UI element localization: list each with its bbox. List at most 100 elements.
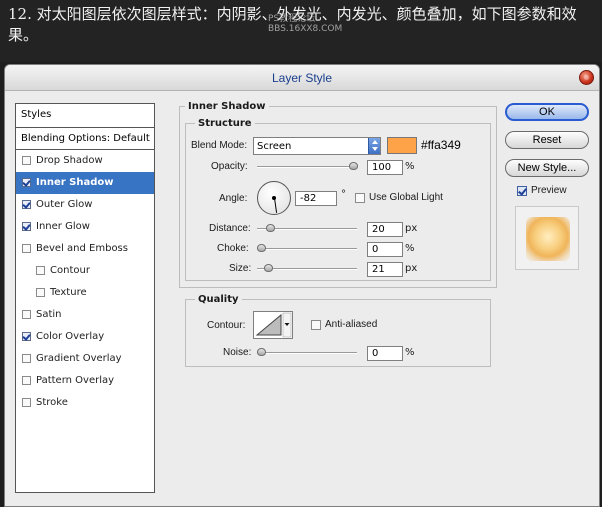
contour-picker[interactable] xyxy=(253,311,293,339)
close-icon[interactable] xyxy=(579,70,594,85)
style-item-label: Contour xyxy=(50,265,90,276)
style-item-checkbox[interactable] xyxy=(22,200,31,209)
layer-style-dialog: Layer Style Styles Blending Options: Def… xyxy=(4,64,600,507)
style-items-container: Drop Shadow Inner Shadow Outer Glow Inner G… xyxy=(16,150,154,414)
style-item-label: Texture xyxy=(50,287,87,298)
preview-label: Preview xyxy=(531,185,567,196)
color-swatch[interactable] xyxy=(387,137,417,154)
style-item-checkbox[interactable] xyxy=(36,266,45,275)
style-item-checkbox[interactable] xyxy=(22,244,31,253)
distance-slider[interactable] xyxy=(257,224,357,234)
angle-input[interactable]: -82 xyxy=(295,191,337,206)
styles-header[interactable]: Styles xyxy=(16,104,154,128)
style-item[interactable]: Stroke xyxy=(16,392,154,414)
style-item[interactable]: Pattern Overlay xyxy=(16,370,154,392)
use-global-light-label: Use Global Light xyxy=(369,192,443,203)
style-item-label: Gradient Overlay xyxy=(36,353,122,364)
reset-button[interactable]: Reset xyxy=(505,131,589,149)
size-slider-thumb[interactable] xyxy=(264,264,274,272)
watermark: PS教程论坛 BBS.16XX8.COM xyxy=(268,14,342,34)
blend-mode-value: Screen xyxy=(257,141,292,152)
style-item-label: Satin xyxy=(36,309,62,320)
distance-label: Distance: xyxy=(209,223,251,234)
angle-unit: ° xyxy=(341,189,346,200)
distance-input[interactable]: 20 xyxy=(367,222,403,237)
opacity-label: Opacity: xyxy=(211,161,248,172)
style-preview-thumbnail xyxy=(515,206,579,270)
style-item[interactable]: Inner Shadow xyxy=(16,172,154,194)
style-item-label: Pattern Overlay xyxy=(36,375,115,386)
size-unit: px xyxy=(405,263,418,274)
structure-title: Structure xyxy=(195,118,255,129)
noise-label: Noise: xyxy=(223,347,252,358)
ok-button[interactable]: OK xyxy=(505,103,589,121)
choke-unit: % xyxy=(405,243,415,254)
angle-dial[interactable] xyxy=(257,181,291,215)
opacity-slider[interactable] xyxy=(257,162,358,172)
opacity-input[interactable]: 100 xyxy=(367,160,403,175)
size-input[interactable]: 21 xyxy=(367,262,403,277)
style-item[interactable]: Texture xyxy=(16,282,154,304)
choke-slider-thumb[interactable] xyxy=(257,244,266,252)
style-item-label: Color Overlay xyxy=(36,331,105,342)
styles-list: Styles Blending Options: Default Drop Sh… xyxy=(15,103,155,493)
style-item[interactable]: Bevel and Emboss xyxy=(16,238,154,260)
color-hex-label: #ffa349 xyxy=(421,138,461,152)
watermark-line-1: PS教程论坛 xyxy=(268,14,316,24)
preview-checkbox[interactable] xyxy=(517,186,527,196)
style-item-label: Stroke xyxy=(36,397,68,408)
angle-label: Angle: xyxy=(219,193,248,204)
size-label: Size: xyxy=(229,263,252,274)
style-item[interactable]: Satin xyxy=(16,304,154,326)
style-item-checkbox[interactable] xyxy=(36,288,45,297)
choke-input[interactable]: 0 xyxy=(367,242,403,257)
style-item-checkbox[interactable] xyxy=(22,376,31,385)
blend-mode-select[interactable]: Screen xyxy=(253,137,381,155)
opacity-unit: % xyxy=(405,161,415,172)
style-item-checkbox[interactable] xyxy=(22,178,31,187)
style-item[interactable]: Inner Glow xyxy=(16,216,154,238)
style-item-checkbox[interactable] xyxy=(22,222,31,231)
watermark-line-2: BBS.16XX8.COM xyxy=(268,24,343,34)
style-item[interactable]: Contour xyxy=(16,260,154,282)
distance-slider-thumb[interactable] xyxy=(266,224,276,232)
contour-preview-icon xyxy=(255,312,292,338)
anti-aliased-checkbox[interactable] xyxy=(311,320,321,330)
noise-slider-thumb[interactable] xyxy=(257,348,266,356)
inner-shadow-title: Inner Shadow xyxy=(185,101,269,112)
style-item-label: Outer Glow xyxy=(36,199,93,210)
style-item[interactable]: Gradient Overlay xyxy=(16,348,154,370)
style-item-label: Inner Glow xyxy=(36,221,90,232)
angle-hub xyxy=(272,196,276,200)
style-item-label: Inner Shadow xyxy=(36,177,114,188)
style-item[interactable]: Outer Glow xyxy=(16,194,154,216)
style-item-checkbox[interactable] xyxy=(22,398,31,407)
noise-unit: % xyxy=(405,347,415,358)
noise-slider[interactable] xyxy=(257,348,357,358)
choke-label: Choke: xyxy=(217,243,249,254)
contour-label: Contour: xyxy=(207,320,246,331)
blending-options-item[interactable]: Blending Options: Default xyxy=(16,128,154,150)
style-item[interactable]: Color Overlay xyxy=(16,326,154,348)
title-bar[interactable]: Layer Style xyxy=(5,65,599,91)
new-style-button[interactable]: New Style... xyxy=(505,159,589,177)
style-item-label: Drop Shadow xyxy=(36,155,103,166)
use-global-light-checkbox[interactable] xyxy=(355,193,365,203)
size-slider[interactable] xyxy=(257,264,357,274)
anti-aliased-label: Anti-aliased xyxy=(325,319,378,330)
select-arrows-icon[interactable] xyxy=(368,138,380,154)
opacity-slider-thumb[interactable] xyxy=(349,162,358,170)
blend-mode-label: Blend Mode: xyxy=(191,140,248,151)
style-item-label: Bevel and Emboss xyxy=(36,243,128,254)
preview-swatch xyxy=(526,217,570,261)
distance-unit: px xyxy=(405,223,418,234)
instruction-banner: 12. 对太阳图层依次图层样式：内阴影、外发光、内发光、颜色叠加，如下图参数和效… xyxy=(0,0,602,62)
style-item-checkbox[interactable] xyxy=(22,156,31,165)
noise-input[interactable]: 0 xyxy=(367,346,403,361)
style-item-checkbox[interactable] xyxy=(22,332,31,341)
style-item-checkbox[interactable] xyxy=(22,354,31,363)
style-item-checkbox[interactable] xyxy=(22,310,31,319)
style-item[interactable]: Drop Shadow xyxy=(16,150,154,172)
choke-slider[interactable] xyxy=(257,244,357,254)
angle-needle xyxy=(274,197,278,213)
